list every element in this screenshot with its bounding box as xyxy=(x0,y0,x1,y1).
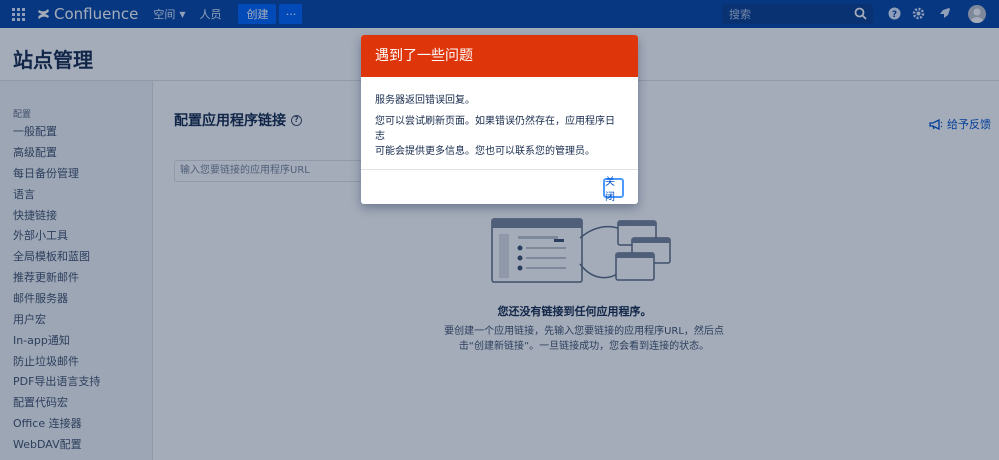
dialog-detail-line2: 可能会提供更多信息。您也可以联系您的管理员。 xyxy=(375,146,595,157)
dialog-message: 服务器返回错误回复。 xyxy=(375,95,475,106)
dialog-body: 服务器返回错误回复。 您可以尝试刷新页面。如果错误仍然存在，应用程序日志 可能会… xyxy=(361,77,638,169)
dialog-title: 遇到了一些问题 xyxy=(361,35,638,77)
dialog-footer: 关闭 xyxy=(361,169,638,204)
dialog-detail-line1: 您可以尝试刷新页面。如果错误仍然存在，应用程序日志 xyxy=(375,116,615,142)
close-button[interactable]: 关闭 xyxy=(603,177,624,203)
dialog-detail: 您可以尝试刷新页面。如果错误仍然存在，应用程序日志 可能会提供更多信息。您也可以… xyxy=(375,114,624,159)
error-dialog: 遇到了一些问题 服务器返回错误回复。 您可以尝试刷新页面。如果错误仍然存在，应用… xyxy=(361,35,638,204)
close-label: 关闭 xyxy=(605,177,615,203)
